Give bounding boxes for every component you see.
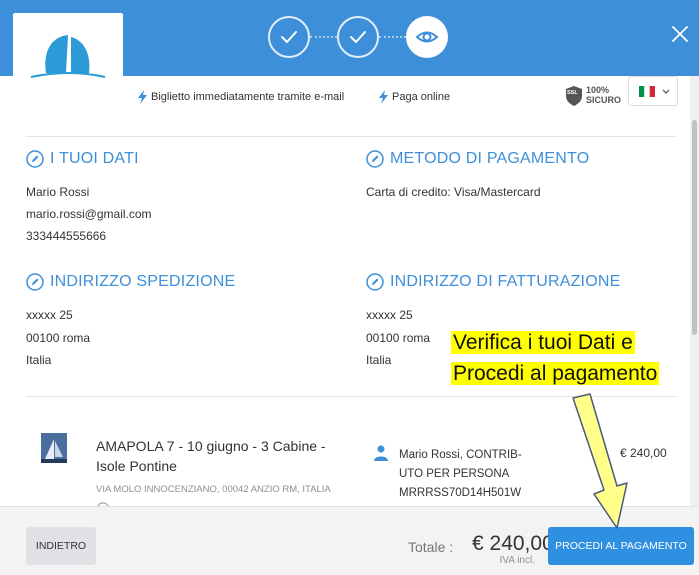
step-connector	[310, 36, 337, 38]
payment-method-title: METODO DI PAGAMENTO	[390, 150, 590, 167]
section-title-your-data: I TUOI DATI	[26, 148, 139, 170]
lightning-icon	[138, 90, 147, 105]
progress-steps	[268, 16, 448, 58]
pencil-icon	[26, 150, 44, 168]
secure-percent: 100%	[586, 85, 610, 95]
edit-payment-method-button[interactable]	[366, 150, 384, 168]
back-button[interactable]: INDIETRO	[26, 527, 96, 565]
shipping-street: xxxxx 25	[26, 308, 73, 322]
close-icon	[672, 26, 688, 42]
chevron-down-icon	[662, 89, 670, 94]
edit-shipping-address-button[interactable]	[26, 273, 44, 291]
pencil-icon	[26, 273, 44, 291]
shipping-country: Italia	[26, 353, 52, 367]
participant-line-3: MRRRSS70D14H501W	[399, 487, 522, 499]
check-icon	[350, 31, 366, 43]
your-data-title: I TUOI DATI	[50, 150, 139, 167]
check-icon	[281, 31, 297, 43]
billing-country: Italia	[366, 353, 392, 367]
edit-billing-address-button[interactable]	[366, 273, 384, 291]
payment-method-value: Carta di credito: Visa/Mastercard	[366, 185, 541, 199]
company-logo	[13, 13, 123, 83]
pencil-icon	[366, 150, 384, 168]
eye-icon	[415, 31, 439, 43]
secure-badge: SSL 100% SICURO	[565, 85, 621, 109]
edit-your-data-button[interactable]	[26, 150, 44, 168]
ssl-shield-icon	[566, 86, 582, 106]
italy-flag-icon	[639, 86, 655, 97]
customer-name: Mario Rossi	[26, 185, 90, 199]
annotation-line-1: Verifica i tuoi Dati e	[451, 331, 635, 354]
shipping-address-title: INDIRIZZO SPEDIZIONE	[50, 273, 236, 290]
boat-photo-icon	[41, 433, 67, 463]
customer-phone: 333444555666	[26, 229, 107, 243]
pencil-icon	[366, 273, 384, 291]
language-select[interactable]	[628, 76, 678, 106]
checkout-modal: Biglietto immediatamente tramite e-mail …	[0, 0, 699, 575]
booking-address: VIA MOLO INNOCENZIANO, 00042 ANZIO RM, I…	[96, 484, 331, 495]
boat-thumbnail	[41, 433, 67, 463]
person-icon	[374, 445, 388, 461]
total-amount: € 240,00	[472, 532, 554, 555]
step-1-complete	[268, 16, 310, 58]
instant-ticket-label: Biglietto immediatamente tramite e-mail	[151, 91, 345, 103]
proceed-to-payment-button[interactable]: PROCEDI AL PAGAMENTO	[548, 527, 694, 565]
annotation-callout: Verifica i tuoi Dati e Procedi al pagame…	[451, 327, 685, 389]
booking-title: AMAPOLA 7 - 10 giugno - 3 Cabine - Isole…	[96, 438, 326, 474]
sailboat-logo-icon	[30, 33, 106, 78]
billing-street: xxxxx 25	[366, 308, 413, 322]
instant-ticket-note: Biglietto immediatamente tramite e-mail	[138, 87, 344, 107]
section-title-shipping-address: INDIRIZZO SPEDIZIONE	[26, 271, 235, 293]
step-2-complete	[337, 16, 379, 58]
step-3-review-active	[406, 16, 448, 58]
customer-email: mario.rossi@gmail.com	[26, 207, 152, 221]
vat-note: IVA incl.	[499, 555, 535, 566]
pay-online-note: Paga online	[379, 87, 450, 107]
billing-city: 00100 roma	[366, 331, 431, 345]
annotation-arrow	[572, 393, 628, 529]
scrollbar-thumb[interactable]	[692, 120, 697, 335]
participant-line-2: UTO PER PERSONA	[399, 468, 510, 480]
section-title-billing-address: INDIRIZZO DI FATTURAZIONE	[366, 271, 620, 293]
annotation-line-2: Procedi al pagamento	[451, 362, 660, 385]
billing-address-title: INDIRIZZO DI FATTURAZIONE	[390, 273, 621, 290]
ssl-text: SSL	[567, 90, 578, 96]
participant-line-1: Mario Rossi, CONTRIB-	[399, 449, 522, 461]
divider	[26, 136, 676, 137]
close-button[interactable]	[668, 22, 692, 46]
secure-label: SICURO	[586, 95, 622, 105]
pay-online-label: Paga online	[392, 91, 451, 103]
section-title-payment-method: METODO DI PAGAMENTO	[366, 148, 589, 170]
shipping-city: 00100 roma	[26, 331, 91, 345]
participant-details: Mario Rossi, CONTRIB- UTO PER PERSONA MR…	[399, 446, 549, 503]
step-connector	[379, 36, 406, 38]
total-label: Totale :	[408, 539, 454, 555]
lightning-icon	[379, 90, 388, 105]
